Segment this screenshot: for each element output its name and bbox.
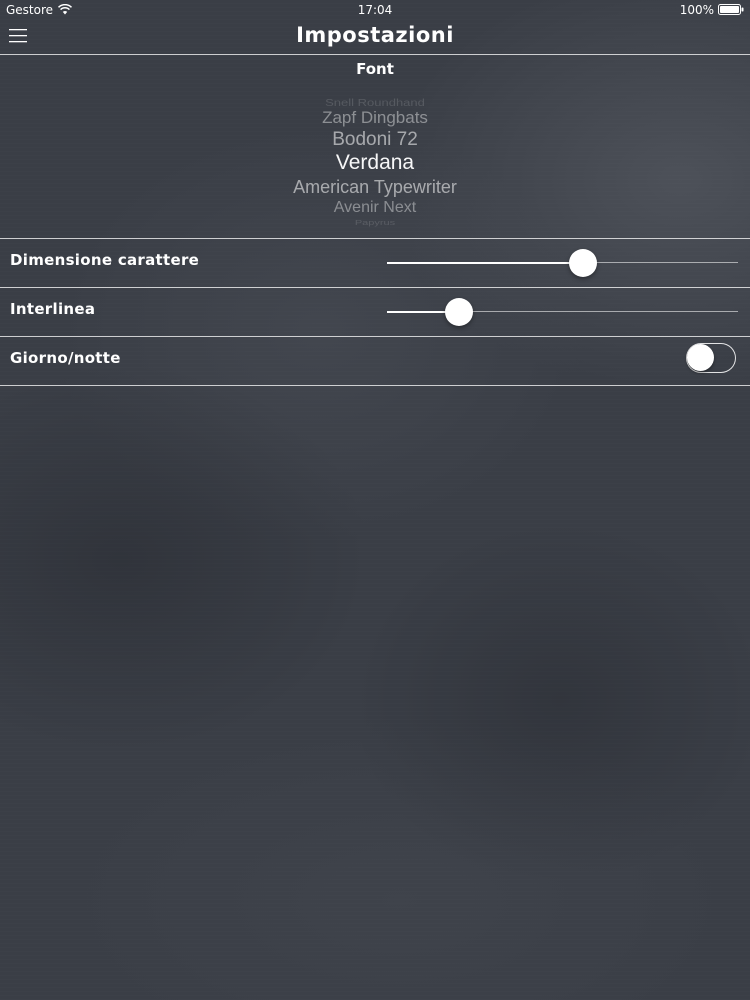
font-section: Font Snell Roundhand Zapf Dingbats Bodon… bbox=[0, 55, 750, 239]
line-spacing-slider[interactable] bbox=[387, 296, 738, 328]
font-option-selected[interactable]: Verdana bbox=[0, 151, 750, 175]
day-night-label: Giorno/notte bbox=[10, 349, 121, 367]
font-option[interactable]: Zapf Dingbats bbox=[0, 108, 750, 128]
nav-bar: Impostazioni bbox=[0, 20, 750, 55]
font-size-label: Dimensione carattere bbox=[10, 251, 200, 269]
font-size-slider[interactable] bbox=[387, 247, 738, 279]
slider-thumb[interactable] bbox=[569, 249, 597, 277]
page-title: Impostazioni bbox=[296, 23, 454, 47]
battery-percent: 100% bbox=[679, 3, 714, 17]
status-time: 17:04 bbox=[357, 3, 393, 17]
line-spacing-label: Interlinea bbox=[10, 300, 96, 318]
font-size-row: Dimensione carattere bbox=[0, 239, 750, 288]
battery-fill bbox=[720, 5, 739, 13]
font-option[interactable]: Papyrus bbox=[0, 219, 750, 227]
font-option[interactable]: Bodoni 72 bbox=[0, 129, 750, 151]
font-picker[interactable]: Snell Roundhand Zapf Dingbats Bodoni 72 … bbox=[0, 95, 750, 231]
status-bar: Gestore 17:04 100% bbox=[0, 0, 750, 20]
line-spacing-row: Interlinea bbox=[0, 288, 750, 337]
battery-icon bbox=[718, 3, 744, 15]
font-option[interactable]: Snell Roundhand bbox=[0, 97, 750, 108]
day-night-row: Giorno/notte bbox=[0, 337, 750, 386]
slider-fill bbox=[387, 262, 583, 264]
toggle-knob bbox=[687, 344, 714, 371]
font-option[interactable]: American Typewriter bbox=[0, 177, 750, 198]
day-night-toggle[interactable] bbox=[686, 343, 736, 373]
font-option[interactable]: Avenir Next bbox=[0, 199, 750, 217]
slider-thumb[interactable] bbox=[445, 298, 473, 326]
font-section-title: Font bbox=[356, 60, 394, 78]
status-right: 100% bbox=[680, 0, 744, 20]
